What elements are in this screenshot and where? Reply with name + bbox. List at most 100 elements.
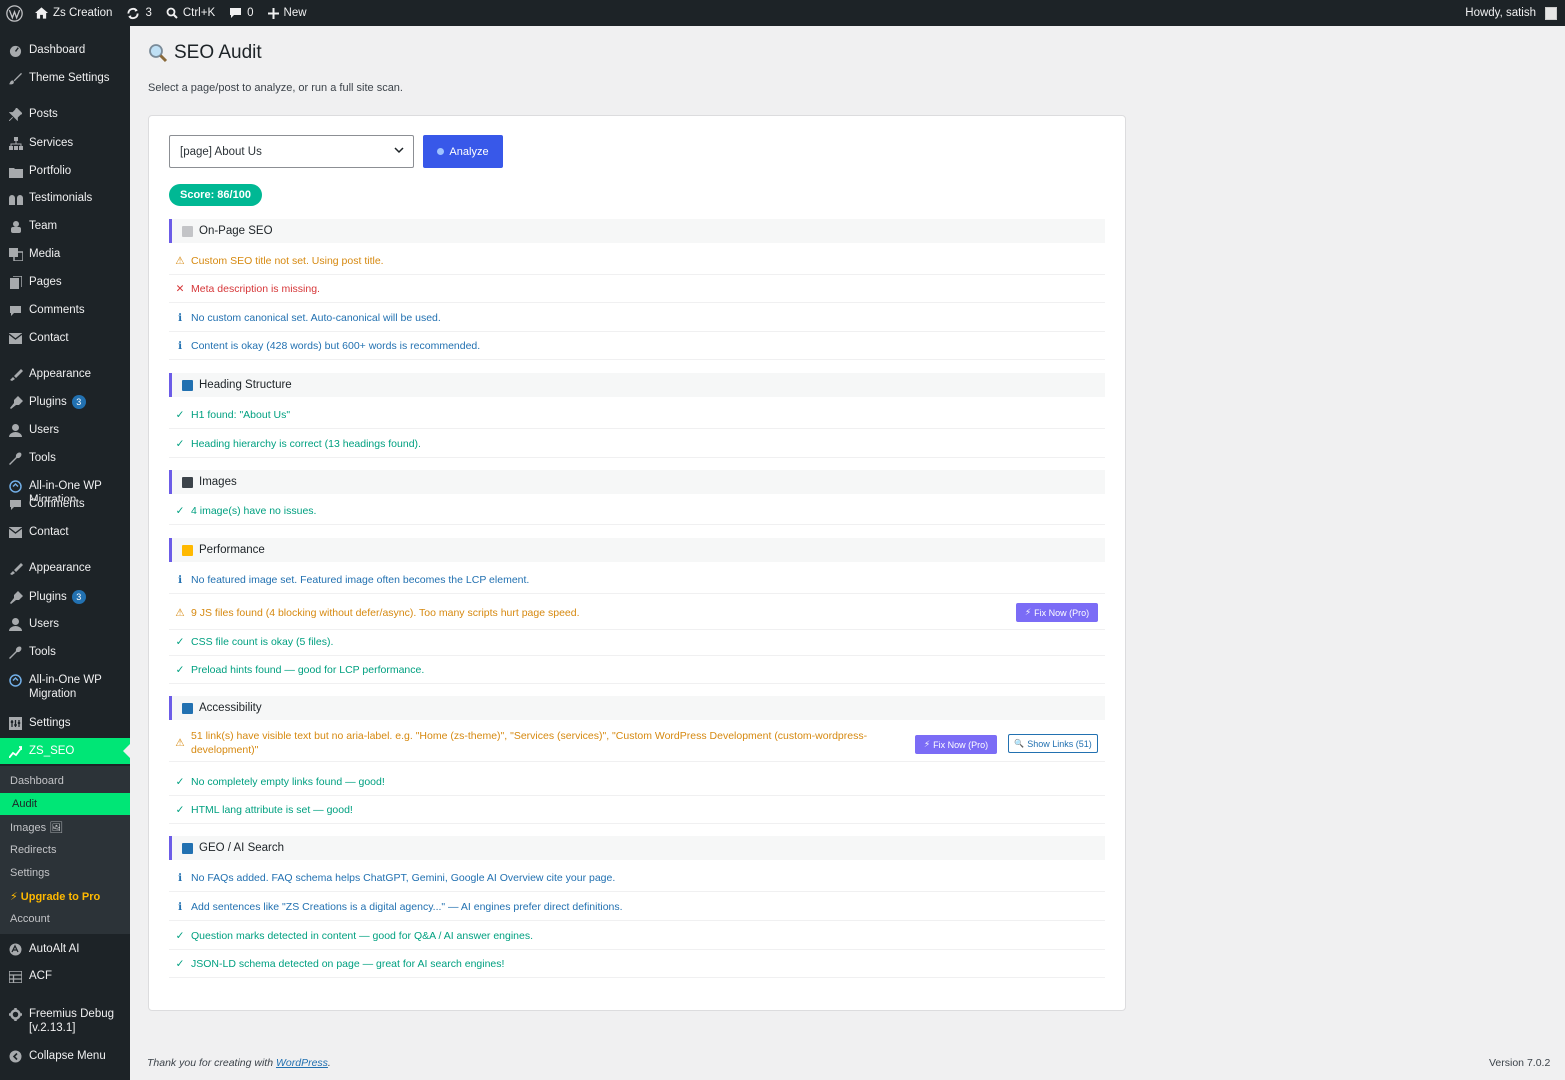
audit-row-text: HTML lang attribute is set — good! — [191, 804, 353, 816]
sidebar-label: Users — [29, 618, 60, 630]
section-heading-structure-icon — [182, 379, 193, 391]
sidebar-item-media[interactable]: Media — [0, 247, 130, 262]
sidebar-item-plugins[interactable]: Plugins 3 — [0, 590, 130, 605]
footer-thanks: Thank you for creating with WordPress. — [147, 1057, 331, 1069]
team-icon — [8, 219, 23, 234]
sidebar-label: Media — [29, 248, 61, 260]
sidebar-item-tools[interactable]: Tools — [0, 451, 130, 466]
analyze-button[interactable]: Analyze — [423, 135, 503, 168]
sidebar-item-comments[interactable]: Comments — [0, 303, 130, 318]
wordpress-link[interactable]: WordPress — [276, 1057, 328, 1069]
audit-row: ✓ JSON-LD schema detected on page — great… — [169, 951, 1105, 978]
media-icon — [8, 247, 23, 262]
check-icon: ✓ — [175, 505, 185, 517]
sidebar-item-services[interactable]: Services — [0, 136, 130, 151]
section-title: Images — [199, 476, 237, 488]
fix-now-pro-button[interactable]: ⚡ Fix Now (Pro) — [1016, 603, 1098, 622]
submenu-images[interactable]: Images 🖼 — [0, 816, 130, 838]
lightning-icon: ⚡ — [923, 739, 931, 749]
comment-icon — [230, 8, 242, 18]
wrench-icon — [8, 645, 23, 660]
submenu-account[interactable]: Account — [0, 908, 130, 930]
collapse-menu-button[interactable]: Collapse Menu — [0, 1049, 130, 1064]
sidebar-item-team[interactable]: Team — [0, 219, 130, 234]
section-images-icon — [182, 476, 193, 488]
audit-row-text: No featured image set. Featured image of… — [191, 574, 530, 586]
sidebar-item-tools[interactable]: Tools — [0, 645, 130, 660]
main-content: SEO Audit Select a page/post to analyze,… — [130, 26, 1565, 1080]
check-icon: ✓ — [175, 804, 185, 816]
sidebar-item-dashboard[interactable]: Dashboard — [0, 43, 130, 58]
sidebar-label: Appearance — [29, 368, 92, 380]
plugin-icon — [8, 590, 23, 605]
sidebar-item-appearance[interactable]: Appearance — [0, 367, 130, 382]
analyze-label: Analyze — [449, 145, 489, 158]
submenu-dashboard[interactable]: Dashboard — [0, 770, 130, 792]
info-icon: ℹ — [178, 574, 182, 586]
sidebar-item-contact[interactable]: Contact — [0, 525, 130, 540]
section-on-page-seo-icon — [182, 225, 193, 237]
mail-icon — [8, 331, 23, 346]
sidebar-item-users[interactable]: Users — [0, 617, 130, 632]
submenu-upgrade-to-pro[interactable]: ⚡ Upgrade to Pro — [0, 885, 130, 907]
sidebar-item-portfolio[interactable]: Portfolio — [0, 164, 130, 179]
wordpress-logo-icon[interactable] — [0, 0, 28, 26]
sidebar-item-theme-settings[interactable]: Theme Settings — [0, 71, 130, 86]
new-content-link[interactable]: New — [261, 0, 314, 26]
sidebar-item-appearance[interactable]: Appearance — [0, 561, 130, 576]
section-header-accessibility: Accessibility — [169, 696, 1105, 720]
comments-link[interactable]: 0 — [222, 0, 260, 26]
pages-icon — [8, 275, 23, 290]
section-geo-ai-search-icon — [182, 842, 193, 854]
updates-link[interactable]: 3 — [119, 0, 158, 26]
sidebar-label: Tools — [29, 452, 56, 464]
show-links-button[interactable]: 🔍 Show Links (51) — [1008, 734, 1098, 753]
sidebar-item-settings[interactable]: Settings — [0, 716, 130, 731]
sidebar-item-all-in-one-wp-migration[interactable]: All-in-One WP Migration — [0, 673, 130, 701]
my-account-link[interactable]: Howdy, satish — [1458, 0, 1565, 26]
warning-icon: ⚠ — [175, 255, 185, 267]
sidebar-item-zs-seo[interactable]: ZS_SEO — [0, 738, 130, 764]
section-accessibility-icon — [182, 702, 193, 714]
sidebar-item-posts[interactable]: Posts — [0, 107, 130, 122]
selected-page: [page] About Us — [180, 145, 262, 158]
sidebar-item-contact[interactable]: Contact — [0, 331, 130, 346]
sidebar-item-comments[interactable]: Comments — [0, 497, 130, 512]
section-title: Accessibility — [199, 702, 262, 714]
command-search[interactable]: Ctrl+K — [159, 0, 222, 26]
audit-row-text: 51 link(s) have visible text but no aria… — [191, 729, 868, 756]
section-header-heading-structure: Heading Structure — [169, 373, 1105, 397]
sidebar-label: Testimonials — [29, 192, 93, 204]
sidebar-label: Services — [29, 137, 74, 149]
admin-bar: Zs Creation 3 Ctrl+K 0 New Howdy, satish — [0, 0, 1565, 26]
sidebar-item-plugins[interactable]: Plugins 3 — [0, 395, 130, 410]
sidebar-item-freemius-debug[interactable]: Freemius Debug [v.2.13.1] — [0, 1007, 130, 1035]
warning-icon: ⚠ — [175, 736, 185, 749]
submenu-settings[interactable]: Settings — [0, 862, 130, 884]
sidebar-label: Dashboard — [29, 44, 86, 56]
footer-thanks-text: Thank you for creating with — [147, 1057, 274, 1069]
portfolio-icon — [8, 164, 23, 179]
info-icon: ℹ — [178, 901, 182, 913]
sidebar-item-pages[interactable]: Pages — [0, 275, 130, 290]
audit-row-text: JSON-LD schema detected on page — great … — [191, 958, 505, 970]
submenu-audit[interactable]: Audit — [0, 793, 130, 815]
audit-row-text: Heading hierarchy is correct (13 heading… — [191, 438, 421, 450]
current-arrow — [123, 744, 130, 758]
settings-icon — [8, 716, 23, 731]
audit-row-text: No completely empty links found — good! — [191, 776, 385, 788]
sidebar-item-autoalt-ai[interactable]: AutoAlt AI — [0, 942, 130, 957]
sidebar-item-users[interactable]: Users — [0, 423, 130, 438]
show-links-label: Show Links (51) — [1027, 738, 1092, 749]
audit-row: ✓ CSS file count is okay (5 files). — [169, 629, 1105, 656]
sidebar-label: Appearance — [29, 562, 92, 574]
site-name-link[interactable]: Zs Creation — [28, 0, 119, 26]
info-icon: ℹ — [178, 340, 182, 352]
submenu-redirects[interactable]: Redirects — [0, 839, 130, 861]
chevron-down-icon — [394, 147, 404, 154]
sidebar-item-testimonials[interactable]: Testimonials — [0, 191, 130, 206]
page-select[interactable]: [page] About Us — [169, 135, 414, 168]
fix-now-pro-button[interactable]: ⚡ Fix Now (Pro) — [915, 735, 997, 754]
sidebar-item-acf[interactable]: ACF — [0, 969, 130, 984]
audit-row: ✓ Question marks detected in content — go… — [169, 923, 1105, 950]
